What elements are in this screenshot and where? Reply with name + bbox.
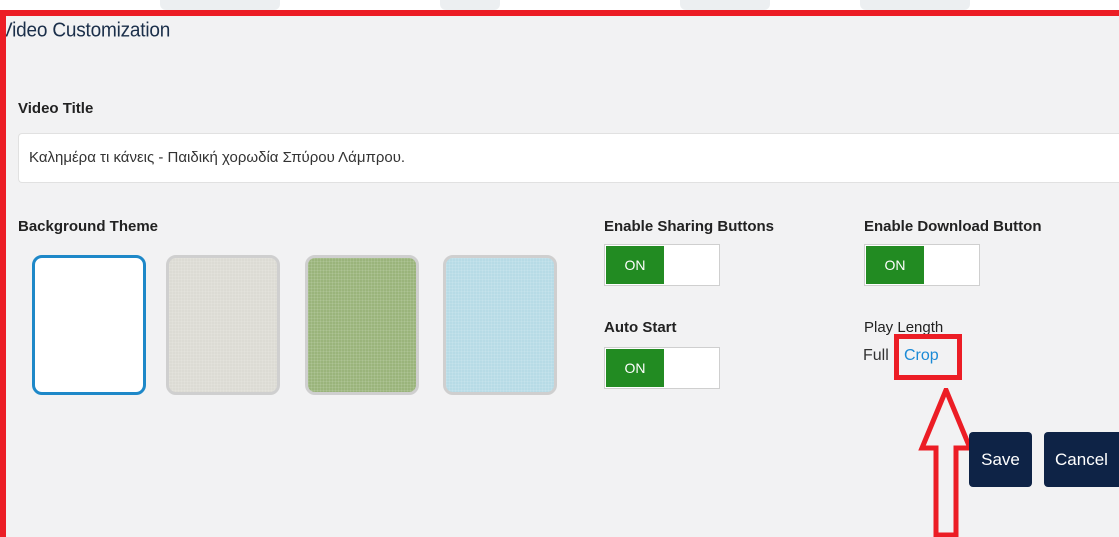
- video-title-label: Video Title: [18, 100, 94, 117]
- video-title-input[interactable]: Καλημέρα τι κάνεις - Παιδική χορωδία Σπύ…: [18, 133, 1119, 183]
- sharing-buttons-label: Enable Sharing Buttons: [604, 218, 775, 235]
- toggle-on-state: ON: [606, 349, 664, 387]
- background-shape: [160, 0, 280, 10]
- theme-swatch-white[interactable]: [32, 255, 146, 395]
- theme-swatch-green[interactable]: [305, 255, 419, 395]
- auto-start-label: Auto Start: [604, 319, 677, 336]
- highlight-box: [894, 334, 962, 380]
- background-theme-label: Background Theme: [18, 218, 159, 235]
- download-button-label: Enable Download Button: [864, 218, 1042, 235]
- highlight-frame-top: [5, 10, 1119, 16]
- up-arrow-annotation-icon: [918, 388, 974, 537]
- sharing-buttons-toggle[interactable]: ON: [604, 244, 720, 286]
- cancel-button[interactable]: Cancel: [1044, 432, 1119, 487]
- background-shape: [680, 0, 770, 10]
- page-title: Video Customization: [0, 19, 171, 42]
- play-length-full-option[interactable]: Full: [863, 347, 889, 365]
- background-shape: [440, 0, 500, 10]
- auto-start-toggle[interactable]: ON: [604, 347, 720, 389]
- theme-swatch-light-blue[interactable]: [443, 255, 557, 395]
- save-button[interactable]: Save: [969, 432, 1032, 487]
- toggle-on-state: ON: [606, 246, 664, 284]
- background-shape: [860, 0, 970, 10]
- download-button-toggle[interactable]: ON: [864, 244, 980, 286]
- theme-swatch-beige[interactable]: [166, 255, 280, 395]
- toggle-on-state: ON: [866, 246, 924, 284]
- highlight-frame-left: [0, 10, 6, 537]
